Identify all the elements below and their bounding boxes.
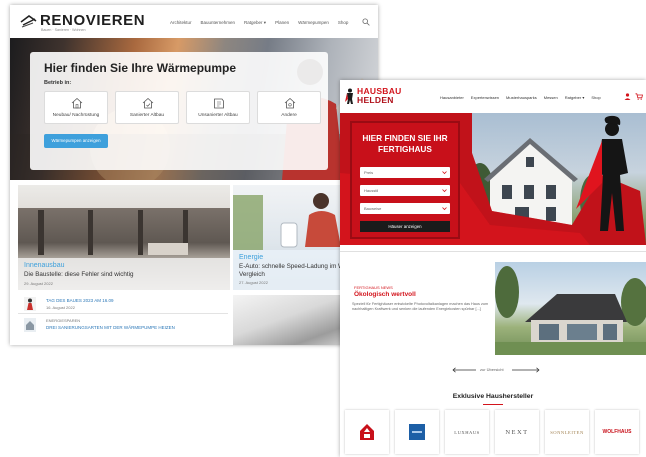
manufacturer-logo-2[interactable] <box>395 410 439 454</box>
manufacturer-name: LUXHAUS <box>454 429 480 435</box>
cart-icon[interactable] <box>635 93 643 100</box>
house-icon <box>71 97 83 109</box>
option-sanierter-altbau[interactable]: Sanierter Altbau <box>115 91 179 124</box>
nav-item-shop[interactable]: Shop <box>591 95 600 100</box>
arrow-left-icon[interactable] <box>452 367 476 373</box>
option-label: Unsanierter Altbau <box>198 113 238 118</box>
article-teaser: Speziell für Fertighäuser entwickelte Ph… <box>352 302 489 312</box>
renovieren-window: RENOVIEREN Bauen · Sanieren · Wohnen Arc… <box>10 5 378 345</box>
list-item-title[interactable]: TAG DES BAUES 2023 AM 16.09 <box>46 298 113 303</box>
nav-item-messen[interactable]: Messen <box>544 95 558 100</box>
nav-item-waermepumpen[interactable]: Wärmepumpen <box>298 20 329 26</box>
hausbau-helden-window: HAUSBAU HELDEN Hausanbieter Expertenwiss… <box>340 80 646 457</box>
option-label: Andere <box>281 113 297 118</box>
article-house-image[interactable] <box>495 262 646 355</box>
nav-item-hausanbieter[interactable]: Hausanbieter <box>440 95 464 100</box>
article-title[interactable]: Ökologisch wertvoll <box>354 291 416 298</box>
option-unsanierter-altbau[interactable]: Unsanierter Altbau <box>186 91 250 124</box>
nav-item-planen[interactable]: Planen <box>275 20 289 26</box>
hausbau-logo-line2[interactable]: HELDEN <box>357 95 394 105</box>
chevron-down-icon <box>442 207 447 211</box>
nav-item-expertenwissen[interactable]: Expertenwissen <box>471 95 499 100</box>
list-item-kicker: ENERGIESPAREN <box>46 318 81 323</box>
card-title[interactable]: Die Baustelle: diese Fehler sind wichtig <box>24 271 224 279</box>
select-label: Hausstil <box>364 188 379 193</box>
blue-square-logo-icon <box>409 424 425 440</box>
user-icon[interactable] <box>624 93 631 100</box>
hero-logo-icon[interactable] <box>345 88 355 104</box>
option-andere[interactable]: Andere <box>257 91 321 124</box>
list-item-date: 16. August 2022 <box>46 305 75 310</box>
option-label: Neubau/ Nachrüstung <box>52 113 100 118</box>
list-divider <box>18 313 228 314</box>
show-heat-pumps-button[interactable]: Wärmepumpen anzeigen <box>44 134 108 148</box>
manufacturer-logo-1[interactable] <box>345 410 389 454</box>
nav-item-shop[interactable]: Shop <box>338 20 349 26</box>
chevron-down-icon <box>442 171 447 175</box>
heat-pump-hero: Hier finden Sie Ihre Wärmepumpe Betrieb … <box>10 38 378 180</box>
fertighaus-hero: HIER FINDEN SIE IHR FERTIGHAUS Preis Hau… <box>340 113 646 245</box>
manufacturer-name: NEXT <box>505 428 529 436</box>
overview-link[interactable]: zur Übersicht <box>480 367 504 372</box>
construction-worker-thumbnail[interactable] <box>24 297 36 311</box>
construction-type-select[interactable]: Bauweise <box>360 203 450 214</box>
finder-title-line2: FERTIGHAUS <box>378 144 432 154</box>
renovieren-tagline: Bauen · Sanieren · Wohnen <box>41 28 86 32</box>
energy-saving-thumbnail[interactable] <box>24 318 36 332</box>
nav-item-architektur[interactable]: Architektur <box>170 20 192 26</box>
manufacturer-logo-3[interactable]: LUXHAUS <box>445 410 489 454</box>
other-building-icon <box>284 97 296 109</box>
chevron-down-icon <box>442 189 447 193</box>
manufacturer-logo-5[interactable]: SONNLEITEN <box>545 410 589 454</box>
finder-title: Hier finden Sie Ihre Wärmepumpe <box>44 61 237 75</box>
select-label: Preis <box>364 170 374 175</box>
hausbau-nav: Hausanbieter Expertenwissen Musterhauspa… <box>440 95 601 100</box>
article-card-innenausbau[interactable]: Innenausbau Die Baustelle: diese Fehler … <box>18 185 230 290</box>
fertighaus-finder: HIER FINDEN SIE IHR FERTIGHAUS Preis Hau… <box>350 121 460 239</box>
manufacturer-logos: LUXHAUS NEXT SONNLEITEN WOLFHAUS <box>345 410 639 454</box>
renovieren-nav: Architektur Bauunternehmen Ratgeber ▾ Pl… <box>170 20 348 26</box>
finder-title-line1: HIER FINDEN SIE IHR <box>362 133 448 143</box>
manufacturers-heading: Exklusive Haushersteller <box>452 393 534 400</box>
old-house-icon <box>214 98 224 109</box>
manufacturer-logo-6[interactable]: WOLFHAUS <box>595 410 639 454</box>
section-divider <box>340 251 646 252</box>
manufacturer-name: WOLFHAUS <box>602 429 632 435</box>
option-neubau[interactable]: Neubau/ Nachrüstung <box>44 91 108 124</box>
finder-subtitle: Betrieb in: <box>44 80 72 86</box>
nav-item-bauunternehmen[interactable]: Bauunternehmen <box>201 20 236 26</box>
price-select[interactable]: Preis <box>360 167 450 178</box>
manufacturer-logo-4[interactable]: NEXT <box>495 410 539 454</box>
arrow-right-icon[interactable] <box>512 367 540 373</box>
nav-item-ratgeber[interactable]: Ratgeber ▾ <box>565 95 585 100</box>
card-caption: Innenausbau Die Baustelle: diese Fehler … <box>18 258 230 290</box>
red-house-logo-icon <box>360 424 374 440</box>
nav-item-musterhausparks[interactable]: Musterhausparks <box>506 95 537 100</box>
finder-options: Neubau/ Nachrüstung Sanierter Altbau Uns… <box>44 91 321 124</box>
select-label: Bauweise <box>364 206 382 211</box>
manufacturer-name: SONNLEITEN <box>550 429 584 435</box>
card-date: 29. August 2022 <box>24 280 53 286</box>
article-kicker: FERTIGHAUS NEWS <box>354 285 393 290</box>
house-style-select[interactable]: Hausstil <box>360 185 450 196</box>
heading-underline <box>483 404 503 405</box>
renovieren-logo[interactable]: RENOVIEREN <box>40 12 145 29</box>
search-icon[interactable] <box>362 18 370 26</box>
renovated-house-icon <box>142 97 154 109</box>
renovieren-logo-icon[interactable] <box>20 14 37 28</box>
option-label: Sanierter Altbau <box>129 113 165 118</box>
card-category[interactable]: Innenausbau <box>24 262 224 270</box>
nav-item-ratgeber[interactable]: Ratgeber ▾ <box>244 20 266 26</box>
heat-pump-finder: Hier finden Sie Ihre Wärmepumpe Betrieb … <box>30 52 328 170</box>
show-houses-button[interactable]: Häuser anzeigen <box>360 221 450 232</box>
list-item-title[interactable]: DREI SANIERUNGSARTEN MIT DER WÄRMEPUMPE … <box>46 325 175 330</box>
